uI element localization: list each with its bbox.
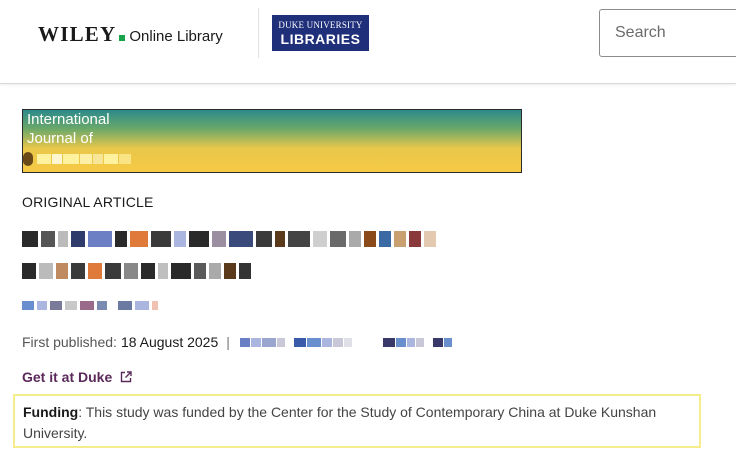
first-published-label: First published: xyxy=(22,334,117,350)
journal-cover-banner[interactable]: International Journal of xyxy=(22,109,522,173)
get-it-at-duke-label: Get it at Duke xyxy=(22,369,113,385)
wiley-green-square-icon xyxy=(119,35,126,41)
get-it-at-duke-link[interactable]: Get it at Duke xyxy=(22,369,132,385)
journal-title-line-1: International xyxy=(27,111,110,128)
wiley-online-library-logo[interactable]: WILEY Online Library xyxy=(38,22,223,47)
author-names-redacted xyxy=(22,299,161,311)
doi-redacted xyxy=(239,337,453,347)
search-input[interactable] xyxy=(599,9,736,57)
article-type-label: ORIGINAL ARTICLE xyxy=(22,194,154,210)
libraries-text: LIBRARIES xyxy=(280,30,361,47)
wiley-wordmark: WILEY xyxy=(38,22,117,46)
funding-label: Funding xyxy=(23,404,79,420)
journal-title-redacted xyxy=(23,152,163,166)
funding-statement: Funding: This study was funded by the Ce… xyxy=(13,394,701,448)
duke-university-text: DUKE UNIVERSITY xyxy=(278,19,363,30)
publication-info: First published: 18 August 2025 | xyxy=(22,334,453,350)
article-title-redacted xyxy=(22,227,662,287)
publication-separator: | xyxy=(226,334,230,350)
site-header: WILEY Online Library DUKE UNIVERSITY LIB… xyxy=(0,0,736,84)
header-divider xyxy=(258,8,259,58)
external-link-icon xyxy=(121,371,132,383)
journal-title-line-2: Journal of xyxy=(27,130,93,147)
online-library-text: Online Library xyxy=(129,28,223,45)
first-published-date: 18 August 2025 xyxy=(120,334,219,350)
duke-university-libraries-logo[interactable]: DUKE UNIVERSITY LIBRARIES xyxy=(272,15,369,51)
funding-text: : This study was funded by the Center fo… xyxy=(23,404,657,441)
